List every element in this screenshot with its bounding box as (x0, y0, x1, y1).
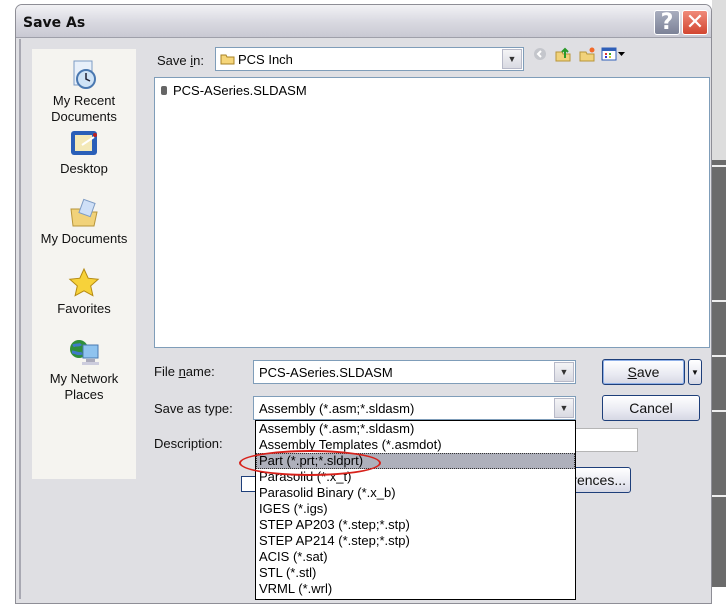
type-option[interactable]: Parasolid (*.x_t) (256, 469, 575, 485)
close-icon: ✕ (685, 10, 705, 35)
type-option-highlighted[interactable]: Part (*.prt;*.sldprt) (256, 453, 575, 469)
save-as-type-select[interactable]: Assembly (*.asm;*.sldasm) ▼ (253, 396, 576, 420)
place-my-network-places[interactable]: My Network Places (32, 337, 136, 403)
type-option[interactable]: IGES (*.igs) (256, 501, 575, 517)
file-list-item[interactable]: PCS-ASeries.SLDASM (161, 83, 307, 98)
type-option[interactable]: STEP AP214 (*.step;*.stp) (256, 533, 575, 549)
background-3d-model (712, 0, 726, 587)
cancel-button[interactable]: Cancel (602, 395, 700, 421)
folder-icon (220, 54, 235, 65)
up-folder-button[interactable] (554, 45, 572, 63)
desktop-icon (71, 131, 97, 155)
save-options-dropdown[interactable]: ▼ (688, 359, 702, 385)
up-folder-icon (555, 47, 571, 62)
type-option[interactable]: STEP AP203 (*.step;*.stp) (256, 517, 575, 533)
place-favorites[interactable]: Favorites (32, 267, 136, 317)
back-icon (534, 48, 546, 60)
type-option[interactable]: VRML (*.wrl) (256, 581, 575, 597)
save-as-type-label: Save as type: (154, 401, 233, 416)
network-places-icon (70, 340, 99, 365)
favorites-star-icon (68, 267, 100, 297)
dialog-title: Save As (23, 15, 86, 31)
title-bar[interactable]: Save As ? ✕ (16, 5, 711, 38)
chevron-down-icon[interactable]: ▼ (554, 398, 574, 418)
description-label: Description: (154, 436, 223, 451)
places-bar: My Recent Documents Desktop My Documents … (32, 49, 136, 479)
chevron-down-icon: ▼ (691, 367, 699, 377)
type-option[interactable]: Assembly (*.asm;*.sldasm) (256, 421, 575, 437)
place-my-recent-documents[interactable]: My Recent Documents (32, 59, 136, 125)
save-in-value: PCS Inch (238, 52, 293, 67)
views-menu-button[interactable] (601, 45, 627, 63)
type-option[interactable]: ACIS (*.sat) (256, 549, 575, 565)
chevron-down-icon[interactable]: ▼ (502, 49, 522, 69)
save-as-dialog: Save As ? ✕ My Recent Documents Desktop M… (15, 4, 712, 604)
close-button[interactable]: ✕ (682, 10, 708, 35)
recent-documents-icon (73, 60, 96, 89)
type-option[interactable]: STL (*.stl) (256, 565, 575, 581)
place-my-documents[interactable]: My Documents (32, 197, 136, 247)
assembly-file-icon (161, 86, 167, 95)
place-desktop[interactable]: Desktop (32, 127, 136, 177)
views-menu-icon (601, 47, 625, 61)
type-option[interactable]: Assembly Templates (*.asmdot) (256, 437, 575, 453)
file-list[interactable]: PCS-ASeries.SLDASM (154, 77, 710, 348)
chevron-down-icon[interactable]: ▼ (554, 362, 574, 382)
help-icon: ? (660, 10, 674, 35)
file-name-label: File name: (154, 364, 215, 379)
save-in-label: Save in: (157, 53, 204, 68)
dialog-body: My Recent Documents Desktop My Documents … (19, 39, 710, 600)
type-option[interactable]: Parasolid Binary (*.x_b) (256, 485, 575, 501)
my-documents-icon (70, 198, 98, 227)
help-button[interactable]: ? (654, 10, 680, 35)
new-folder-icon (579, 47, 595, 62)
back-button[interactable] (531, 45, 549, 63)
new-folder-button[interactable] (578, 45, 596, 63)
file-name-input[interactable]: PCS-ASeries.SLDASM ▼ (253, 360, 576, 384)
save-in-combo[interactable]: PCS Inch ▼ (215, 47, 524, 71)
save-as-type-dropdown-list[interactable]: Assembly (*.asm;*.sldasm) Assembly Templ… (255, 420, 576, 600)
save-button[interactable]: Save (602, 359, 685, 385)
